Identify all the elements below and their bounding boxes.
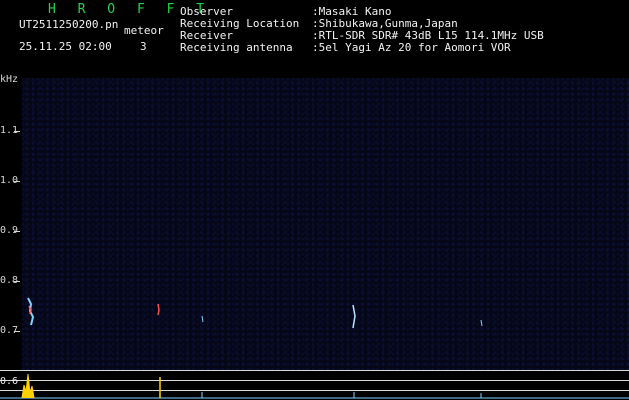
timeline-burst-left [21, 373, 35, 399]
timeline-events [0, 373, 629, 399]
signal-overlay [0, 297, 629, 399]
meteor-echo-center-3 [352, 304, 356, 329]
meteor-echo-right [480, 319, 483, 327]
meteor-echo-center-2 [201, 315, 204, 323]
meteor-echo-center-1 [157, 303, 160, 316]
spectrogram-page: H R O F F T UT2511250200.pn meteor 25.11… [0, 0, 629, 400]
meteor-echo-traces [27, 297, 483, 329]
